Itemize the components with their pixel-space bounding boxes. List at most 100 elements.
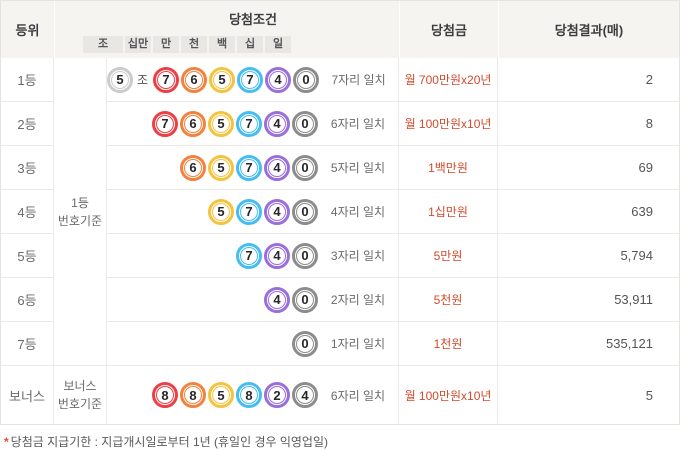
kijun-bonus-line2: 번호기준 bbox=[58, 395, 102, 413]
number-ball: 0 bbox=[292, 331, 318, 357]
match-condition-text: 6자리 일치 bbox=[318, 387, 398, 404]
rank-cell: 보너스 bbox=[1, 366, 54, 424]
winning-number-balls: 5740 bbox=[107, 199, 318, 225]
position-label-100k: 십만 bbox=[125, 36, 151, 53]
condition-cell: 01자리 일치 bbox=[107, 322, 399, 366]
prize-cell: 월 700만원x20년 bbox=[399, 58, 498, 102]
prize-cell: 5만원 bbox=[399, 234, 498, 278]
rank-cell: 1등 bbox=[1, 58, 54, 102]
number-ball: 4 bbox=[292, 382, 318, 408]
result-cell: 2 bbox=[498, 58, 679, 102]
number-ball: 5 bbox=[107, 67, 133, 93]
header-condition-title: 당첨조건 bbox=[177, 1, 277, 36]
result-cell: 535,121 bbox=[498, 322, 679, 366]
header-condition: 당첨조건 조 십만 만 천 백 십 일 bbox=[54, 1, 399, 58]
number-ball: 8 bbox=[180, 382, 206, 408]
rank-cell: 2등 bbox=[1, 102, 54, 146]
number-ball: 7 bbox=[153, 67, 179, 93]
condition-cell: 7657406자리 일치 bbox=[107, 102, 399, 146]
number-ball: 7 bbox=[236, 111, 262, 137]
number-ball: 4 bbox=[264, 243, 290, 269]
kijun-first-rank: 1등 번호기준 bbox=[54, 58, 107, 366]
kijun-bonus-line1: 보너스 bbox=[63, 377, 96, 395]
table-header: 등위 당첨조건 조 십만 만 천 백 십 일 당첨금 당첨결과(매) bbox=[1, 1, 679, 58]
position-label-1k: 천 bbox=[181, 36, 207, 53]
result-cell: 53,911 bbox=[498, 278, 679, 322]
number-ball: 4 bbox=[264, 155, 290, 181]
result-cell: 69 bbox=[498, 146, 679, 190]
number-ball: 0 bbox=[292, 155, 318, 181]
match-condition-text: 4자리 일치 bbox=[318, 203, 398, 220]
number-ball: 7 bbox=[152, 111, 178, 137]
position-labels: 조 십만 만 천 백 십 일 bbox=[83, 36, 371, 58]
result-cell: 639 bbox=[498, 190, 679, 234]
number-ball: 8 bbox=[236, 382, 262, 408]
number-ball: 5 bbox=[208, 199, 234, 225]
number-ball: 7 bbox=[236, 199, 262, 225]
winning-number-balls: 0 bbox=[107, 331, 318, 357]
table-body: 1등 번호기준 보너스 번호기준 1등5조7657407자리 일치월 700만원… bbox=[1, 58, 679, 424]
kijun-first-rank-line1: 1등 bbox=[71, 194, 89, 212]
prize-cell: 1백만원 bbox=[399, 146, 498, 190]
number-ball: 4 bbox=[265, 67, 291, 93]
match-condition-text: 7자리 일치 bbox=[319, 71, 398, 88]
number-ball: 6 bbox=[181, 67, 207, 93]
winning-number-balls: 65740 bbox=[107, 155, 318, 181]
match-condition-text: 2자리 일치 bbox=[318, 291, 398, 308]
header-result: 당첨결과(매) bbox=[498, 1, 679, 58]
match-condition-text: 1자리 일치 bbox=[318, 335, 398, 352]
position-label-100: 백 bbox=[209, 36, 235, 53]
match-condition-text: 6자리 일치 bbox=[318, 115, 398, 132]
number-ball: 5 bbox=[208, 382, 234, 408]
number-ball: 2 bbox=[264, 382, 290, 408]
number-ball: 5 bbox=[209, 67, 235, 93]
rank-cell: 6등 bbox=[1, 278, 54, 322]
number-ball: 6 bbox=[180, 111, 206, 137]
pension-lottery-results-page: 등위 당첨조건 조 십만 만 천 백 십 일 당첨금 당첨결과(매) 1등 번호… bbox=[0, 0, 680, 450]
rank-cell: 5등 bbox=[1, 234, 54, 278]
number-ball: 4 bbox=[264, 199, 290, 225]
position-label-10k: 만 bbox=[153, 36, 179, 53]
kijun-bonus: 보너스 번호기준 bbox=[54, 366, 107, 424]
header-rank: 등위 bbox=[1, 1, 54, 58]
winning-number-balls: 40 bbox=[107, 287, 318, 313]
winning-number-balls: 885824 bbox=[107, 382, 318, 408]
prize-cell: 월 100만원x10년 bbox=[399, 366, 498, 424]
number-ball: 7 bbox=[236, 243, 262, 269]
number-ball: 0 bbox=[293, 67, 319, 93]
match-condition-text: 3자리 일치 bbox=[318, 247, 398, 264]
payment-deadline-footnote: *당첨금 지급기한 : 지급개시일로부터 1년 (휴일인 경우 익영업일) bbox=[0, 433, 680, 450]
match-condition-text: 5자리 일치 bbox=[318, 159, 398, 176]
prize-table: 등위 당첨조건 조 십만 만 천 백 십 일 당첨금 당첨결과(매) 1등 번호… bbox=[0, 0, 680, 425]
prize-cell: 월 100만원x10년 bbox=[399, 102, 498, 146]
number-ball: 7 bbox=[236, 155, 262, 181]
winning-number-balls: 740 bbox=[107, 243, 318, 269]
position-label-jo: 조 bbox=[83, 36, 123, 53]
number-ball: 0 bbox=[292, 243, 318, 269]
kijun-first-rank-line2: 번호기준 bbox=[58, 212, 102, 230]
prize-cell: 1십만원 bbox=[399, 190, 498, 234]
condition-cell: 5조7657407자리 일치 bbox=[107, 58, 399, 102]
rank-cell: 4등 bbox=[1, 190, 54, 234]
position-label-10: 십 bbox=[237, 36, 263, 53]
result-cell: 5 bbox=[498, 366, 679, 424]
number-ball: 5 bbox=[208, 111, 234, 137]
number-ball: 0 bbox=[292, 287, 318, 313]
number-ball: 4 bbox=[264, 111, 290, 137]
number-ball: 4 bbox=[264, 287, 290, 313]
footnote-text: 당첨금 지급기한 : 지급개시일로부터 1년 (휴일인 경우 익영업일) bbox=[11, 435, 328, 449]
rank-cell: 7등 bbox=[1, 322, 54, 366]
condition-cell: 57404자리 일치 bbox=[107, 190, 399, 234]
number-ball: 6 bbox=[180, 155, 206, 181]
condition-cell: 8858246자리 일치 bbox=[107, 366, 399, 424]
rank-cell: 3등 bbox=[1, 146, 54, 190]
winning-number-balls: 765740 bbox=[107, 111, 318, 137]
winning-number-balls: 5조765740 bbox=[107, 67, 319, 93]
condition-cell: 657405자리 일치 bbox=[107, 146, 399, 190]
position-label-1: 일 bbox=[265, 36, 291, 53]
prize-cell: 1천원 bbox=[399, 322, 498, 366]
number-ball: 0 bbox=[292, 111, 318, 137]
condition-cell: 7403자리 일치 bbox=[107, 234, 399, 278]
result-cell: 5,794 bbox=[498, 234, 679, 278]
header-prize: 당첨금 bbox=[399, 1, 498, 58]
